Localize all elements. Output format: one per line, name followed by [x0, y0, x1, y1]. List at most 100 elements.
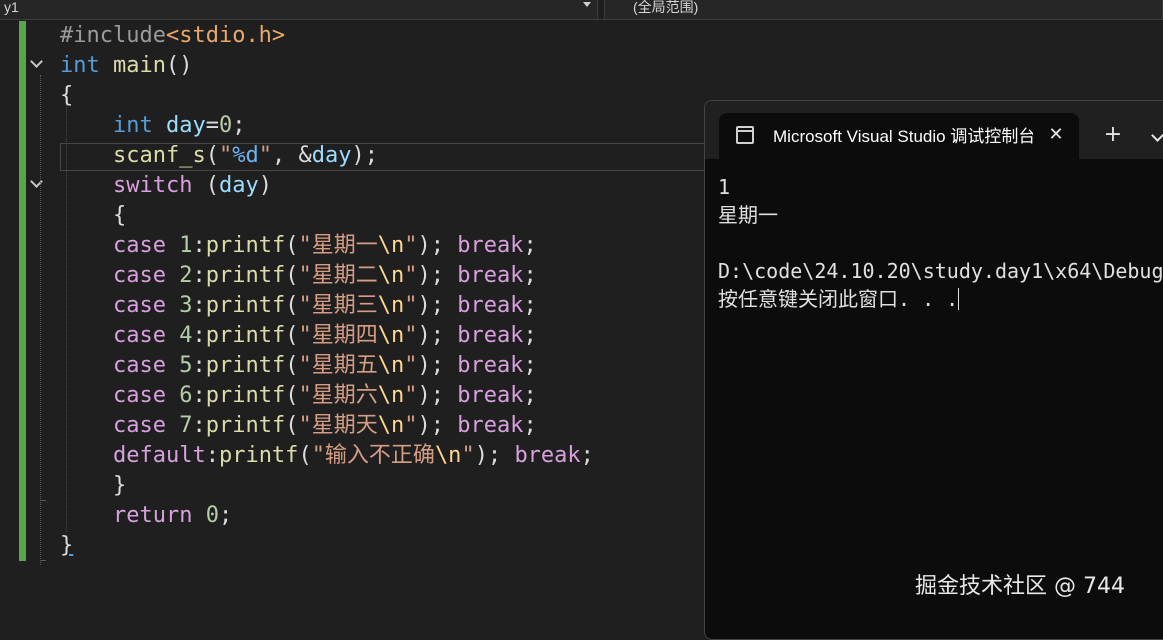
code-token: "	[258, 143, 272, 168]
code-token: );	[417, 353, 458, 378]
code-token: (	[285, 383, 299, 408]
code-line[interactable]: default:printf("输入不正确\n"); break;	[60, 441, 594, 471]
code-line[interactable]: case 2:printf("星期二\n"); break;	[60, 261, 594, 291]
terminal-tab[interactable]: Microsoft Visual Studio 调试控制台 ✕	[719, 113, 1079, 159]
code-token: );	[474, 443, 515, 468]
code-token: "	[404, 413, 418, 438]
code-token: "星期四	[298, 323, 378, 348]
code-token: break	[457, 233, 524, 258]
code-token: ()	[165, 53, 193, 78]
code-line[interactable]: #include<stdio.h>	[60, 21, 594, 51]
code-token: case	[112, 383, 166, 408]
code-token: 5	[179, 353, 193, 378]
code-token: "	[404, 263, 418, 288]
code-token: "	[404, 293, 418, 318]
code-line[interactable]: }	[60, 531, 594, 561]
code-token: }	[60, 473, 127, 498]
code-token: (	[285, 413, 299, 438]
code-token: break	[457, 353, 524, 378]
code-token: printf	[205, 413, 286, 438]
code-token: );	[417, 383, 458, 408]
code-token: );	[417, 413, 458, 438]
code-token: ;	[523, 413, 537, 438]
code-line[interactable]: case 1:printf("星期一\n"); break;	[60, 231, 594, 261]
project-dropdown[interactable]: y1	[0, 0, 598, 19]
code-token: break	[457, 263, 524, 288]
code-line[interactable]: return 0;	[60, 501, 594, 531]
code-line[interactable]: }	[60, 471, 594, 501]
code-token: "星期三	[298, 293, 378, 318]
code-line[interactable]: case 4:printf("星期四\n"); break;	[60, 321, 594, 351]
code-token: "	[218, 143, 233, 168]
code-token: (	[285, 323, 299, 348]
code-line[interactable]: int main()	[60, 51, 594, 81]
code-token: 1	[179, 233, 193, 258]
code-token: \n	[377, 353, 405, 378]
code-token: "	[404, 233, 418, 258]
code-token: 0	[218, 113, 233, 138]
code-token: {	[60, 83, 74, 108]
code-token: "星期一	[298, 233, 378, 258]
code-line[interactable]: case 7:printf("星期天\n"); break;	[60, 411, 594, 441]
chevron-down-icon[interactable]	[1151, 129, 1163, 142]
code-token: "星期六	[298, 383, 378, 408]
code-token: printf	[218, 443, 299, 468]
code-line[interactable]: case 3:printf("星期三\n"); break;	[60, 291, 594, 321]
watermark: 掘金技术社区 @ 744	[915, 574, 1125, 599]
code-token: "	[404, 353, 418, 378]
navigation-bar: y1 (全局范围)	[0, 0, 1163, 20]
code-token: "	[404, 323, 418, 348]
code-token: case	[112, 263, 166, 288]
code-token: case	[112, 233, 166, 258]
terminal-output[interactable]: 1 星期一 D:\code\24.10.20\study.day1\x64\Debu…	[718, 173, 1163, 313]
scope-dropdown[interactable]: (全局范围)	[604, 0, 1163, 19]
code-lines[interactable]: #include<stdio.h> int main(){ int day=0; …	[60, 21, 594, 561]
code-token: case	[112, 353, 166, 378]
code-token: (	[298, 443, 312, 468]
code-token: ;	[232, 113, 246, 138]
debug-console-window[interactable]: Microsoft Visual Studio 调试控制台 ✕ + 1 星期一 D:…	[704, 100, 1163, 640]
code-line[interactable]: case 5:printf("星期五\n"); break;	[60, 351, 594, 381]
code-token: ;	[523, 353, 537, 378]
code-token: break	[514, 443, 581, 468]
code-token: \n	[377, 323, 405, 348]
fold-chevron-icon[interactable]	[30, 55, 43, 68]
code-token: 4	[179, 323, 193, 348]
code-token: \n	[377, 383, 405, 408]
code-token: :	[192, 263, 206, 288]
close-icon[interactable]: ✕	[1044, 123, 1068, 147]
code-line[interactable]: int day=0;	[60, 111, 594, 141]
code-line[interactable]: scanf_s("%d", &day);	[60, 141, 594, 171]
code-line[interactable]: case 6:printf("星期六\n"); break;	[60, 381, 594, 411]
code-token: int	[112, 113, 153, 138]
code-token: (	[285, 293, 299, 318]
code-token: :	[192, 383, 206, 408]
code-line[interactable]: switch (day)	[60, 171, 594, 201]
code-token: %d	[232, 143, 259, 168]
code-line[interactable]: {	[60, 201, 594, 231]
code-token: case	[112, 413, 166, 438]
code-line[interactable]: {	[60, 81, 594, 111]
dropdown-arrow-icon[interactable]	[583, 2, 591, 7]
code-token: printf	[205, 263, 286, 288]
code-token: (	[285, 233, 299, 258]
code-token: "	[461, 443, 475, 468]
code-token: );	[417, 323, 458, 348]
new-tab-button[interactable]: +	[1101, 123, 1125, 147]
code-token: break	[457, 413, 524, 438]
terminal-tab-bar: Microsoft Visual Studio 调试控制台 ✕ +	[705, 101, 1163, 159]
terminal-output-text: D:\code\24.10.20\study.day1\x64\Debug\st…	[718, 259, 1163, 283]
code-token: 2	[179, 263, 193, 288]
code-token: (	[285, 263, 299, 288]
code-token: scanf_s	[112, 143, 206, 168]
